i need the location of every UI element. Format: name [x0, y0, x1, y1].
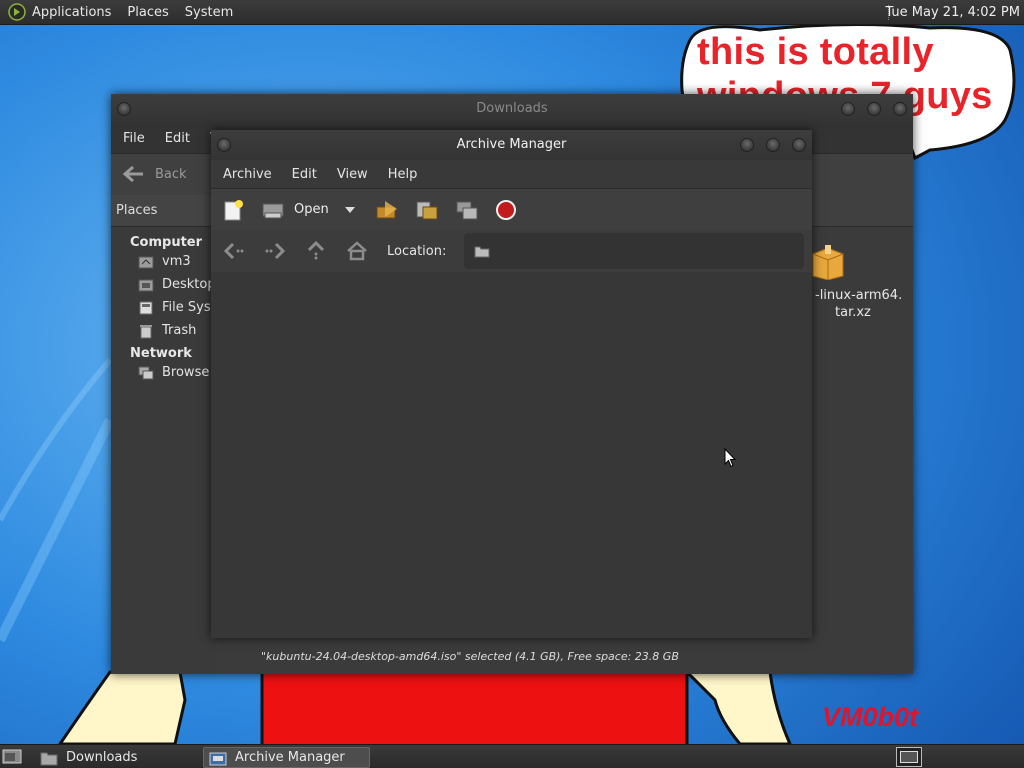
archive-toolbar: Open [211, 188, 812, 230]
file-name-line-2: tar.xz [835, 305, 871, 320]
taskbar-archive-manager[interactable]: Archive Manager [203, 747, 370, 768]
sidebar-item-label: File System [162, 300, 216, 315]
window-menu-button[interactable] [217, 138, 231, 152]
location-label: Location: [387, 243, 447, 259]
trash-icon [140, 324, 152, 338]
minimize-button[interactable] [841, 102, 855, 116]
open-label: Open [294, 202, 329, 217]
computer-section: Computer [130, 235, 203, 250]
maximize-button[interactable] [867, 102, 881, 116]
places-menu[interactable]: Places [119, 0, 176, 25]
file-name[interactable]: -linux-arm64. tar.xz [815, 287, 907, 321]
signature-text: VM0b0t [822, 702, 919, 732]
sidebar-item-desktop[interactable]: Desktop [111, 273, 216, 296]
back-arrow-icon [223, 242, 244, 260]
location-bar: Location: [211, 230, 812, 272]
window-menu-button[interactable] [117, 102, 131, 116]
maximize-button[interactable] [766, 138, 780, 152]
extract-button[interactable] [375, 199, 399, 221]
workspace-1[interactable] [900, 751, 918, 763]
extract-icon [376, 200, 397, 218]
status-bar: "kubuntu-24.04-desktop-amd64.iso" select… [261, 650, 679, 663]
file-system-icon [139, 301, 153, 314]
archive-package-icon[interactable] [811, 244, 845, 280]
up-arrow-icon [307, 241, 325, 260]
bottom-panel: Downloads Archive Manager [0, 744, 1024, 768]
archive-menu[interactable]: Archive [213, 167, 282, 182]
file-menu[interactable]: File [113, 131, 155, 146]
open-dropdown-button[interactable] [344, 206, 355, 214]
mouse-cursor-icon [724, 448, 736, 468]
open-icon [262, 203, 284, 218]
edit-menu[interactable]: Edit [282, 167, 327, 182]
back-button[interactable]: Back [121, 164, 187, 184]
archive-manager-icon [209, 752, 227, 765]
network-section: Network [130, 346, 192, 361]
open-button[interactable]: Open [261, 200, 329, 220]
new-archive-icon [224, 199, 243, 220]
sidebar-item-browse-network[interactable]: Browse Network [111, 361, 216, 384]
stop-button[interactable] [495, 199, 517, 221]
applications-menu[interactable]: Applications [26, 0, 119, 25]
sidebar-item-label: vm3 [162, 254, 191, 269]
sidebar-item-trash[interactable]: Trash [111, 319, 216, 342]
location-field[interactable] [464, 233, 805, 269]
back-arrow-icon [122, 165, 143, 183]
sidebar-item-file-system[interactable]: File System [111, 296, 216, 319]
sidebar-item-label: Desktop [162, 277, 216, 292]
sidebar-item-label: Browse Network [162, 365, 216, 380]
sidebar-item-home[interactable]: vm3 [111, 250, 216, 273]
close-button[interactable] [893, 102, 907, 116]
archive-manager-window: Archive Manager Archive Edit View Help O… [211, 130, 812, 638]
show-desktop-icon[interactable] [2, 748, 22, 765]
file-name-line-1: -linux-arm64. [815, 288, 903, 303]
top-panel: Applications Places System Tue May 21, 4… [0, 0, 1024, 25]
forward-arrow-icon [265, 242, 286, 260]
desktop-folder-icon [138, 279, 154, 291]
add-files-icon [416, 201, 438, 219]
folder-icon [40, 752, 58, 765]
archive-titlebar[interactable]: Archive Manager [211, 130, 812, 160]
distro-logo-icon[interactable] [8, 3, 26, 21]
taskbar-label: Archive Manager [235, 750, 345, 765]
workspace-switcher[interactable] [896, 747, 922, 767]
system-menu[interactable]: System [177, 0, 241, 25]
folder-icon [474, 246, 490, 257]
back-button[interactable] [223, 240, 245, 262]
taskbar-label: Downloads [66, 750, 138, 765]
minimize-button[interactable] [740, 138, 754, 152]
add-folder-button[interactable] [455, 198, 479, 222]
downloads-titlebar[interactable]: Downloads [111, 94, 913, 124]
new-archive-button[interactable] [223, 199, 245, 221]
archive-contents-view[interactable] [211, 273, 812, 638]
archive-title: Archive Manager [456, 137, 567, 152]
edit-menu[interactable]: Edit [155, 131, 200, 146]
forward-button[interactable] [264, 240, 286, 262]
downloads-title: Downloads [476, 101, 548, 116]
places-sidebar: Places Computer vm3 Desktop File System … [111, 195, 216, 674]
clock[interactable]: Tue May 21, 4:02 PM [885, 0, 1020, 25]
close-button[interactable] [792, 138, 806, 152]
archive-menubar: Archive Edit View Help [211, 160, 812, 188]
home-button[interactable] [346, 240, 368, 262]
add-folder-icon [456, 201, 478, 219]
places-header[interactable]: Places [111, 195, 216, 227]
sidebar-item-label: Trash [162, 323, 197, 338]
stop-icon [495, 199, 516, 220]
help-menu[interactable]: Help [378, 167, 428, 182]
add-files-button[interactable] [415, 198, 439, 222]
places-label: Places [116, 203, 158, 218]
up-button[interactable] [305, 240, 327, 262]
chevron-down-icon [344, 206, 355, 213]
back-label: Back [155, 166, 187, 182]
home-icon [347, 241, 367, 261]
taskbar-downloads[interactable]: Downloads [35, 747, 200, 768]
network-icon [138, 366, 154, 379]
home-folder-icon [138, 256, 154, 268]
bubble-line-1: this is totally [697, 31, 934, 73]
view-menu[interactable]: View [327, 167, 378, 182]
